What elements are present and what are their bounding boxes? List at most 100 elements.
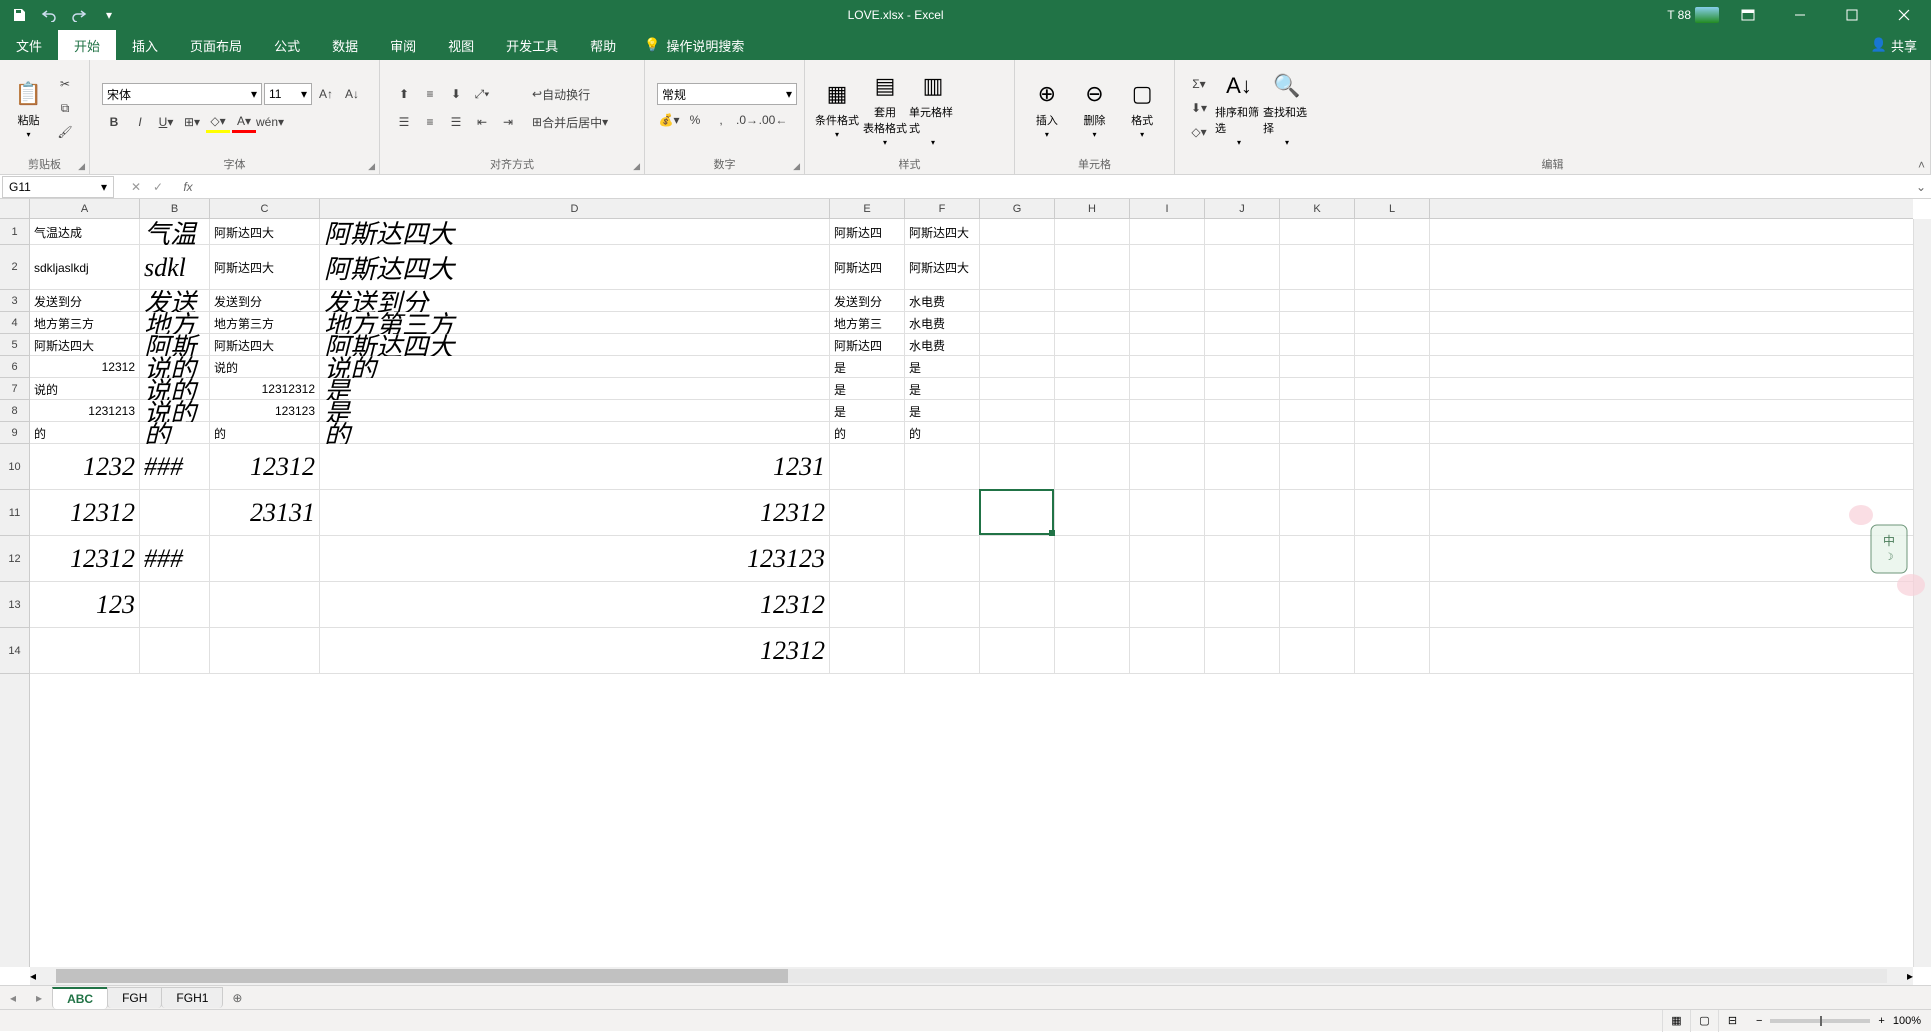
cell[interactable] [980, 219, 1055, 245]
sheet-nav-next-icon[interactable]: ▸ [26, 991, 52, 1005]
cell[interactable]: 发送到分 [830, 290, 905, 312]
cell[interactable]: 说的 [140, 356, 210, 378]
cell[interactable]: 是 [830, 356, 905, 378]
cell[interactable] [1055, 400, 1130, 422]
scroll-right-icon[interactable]: ▸ [1907, 969, 1913, 983]
fill-icon[interactable]: ⬇▾ [1187, 97, 1211, 119]
merge-center-button[interactable]: ⊞ 合并后居中 ▾ [528, 111, 612, 133]
decrease-font-icon[interactable]: A↓ [340, 83, 364, 105]
cell[interactable]: 是 [830, 378, 905, 400]
cell[interactable] [1130, 444, 1205, 490]
copy-icon[interactable]: ⧉ [53, 97, 77, 119]
cell[interactable]: 阿斯达四大 [320, 245, 830, 290]
align-middle-icon[interactable]: ≡ [418, 83, 442, 105]
cell[interactable]: 地方 [140, 312, 210, 334]
decrease-indent-icon[interactable]: ⇤ [470, 111, 494, 133]
cell[interactable] [980, 356, 1055, 378]
cell[interactable] [905, 444, 980, 490]
cell[interactable] [905, 628, 980, 674]
cell[interactable]: 阿斯达四大 [320, 334, 830, 356]
cell[interactable]: 123123 [320, 536, 830, 582]
delete-cells-button[interactable]: ⊖删除▾ [1071, 69, 1119, 147]
close-icon[interactable] [1881, 0, 1927, 30]
cell[interactable] [1130, 628, 1205, 674]
cell[interactable]: 水电费 [905, 312, 980, 334]
cell[interactable] [980, 400, 1055, 422]
cell[interactable]: 是 [320, 400, 830, 422]
cell[interactable] [1355, 378, 1430, 400]
cell[interactable] [1355, 444, 1430, 490]
cell[interactable] [980, 334, 1055, 356]
cell[interactable] [1130, 536, 1205, 582]
cell[interactable]: 12312 [320, 490, 830, 536]
cell[interactable] [830, 444, 905, 490]
vertical-scrollbar[interactable] [1913, 219, 1931, 967]
sheet-tab[interactable]: FGH [107, 987, 162, 1008]
horizontal-scrollbar[interactable]: ◂ ▸ [30, 967, 1913, 985]
row-headers[interactable]: 1234567891011121314 [0, 219, 30, 967]
column-header[interactable]: I [1130, 199, 1205, 218]
tab-公式[interactable]: 公式 [258, 30, 316, 60]
save-icon[interactable] [6, 2, 32, 28]
number-format-combo[interactable]: 常规▾ [657, 83, 797, 105]
cell[interactable] [1055, 422, 1130, 444]
increase-font-icon[interactable]: A↑ [314, 83, 338, 105]
zoom-level[interactable]: 100% [1893, 1015, 1921, 1027]
cell[interactable] [830, 628, 905, 674]
cell[interactable]: 阿斯达四大 [210, 219, 320, 245]
cell[interactable] [1280, 422, 1355, 444]
cell[interactable]: 阿斯 [140, 334, 210, 356]
expand-formula-bar-icon[interactable]: ⌄ [1911, 180, 1931, 194]
cell[interactable]: 阿斯达四大 [210, 245, 320, 290]
cell[interactable]: 的 [140, 422, 210, 444]
cell[interactable]: 12312 [320, 582, 830, 628]
row-header[interactable]: 5 [0, 334, 29, 356]
cell[interactable] [1130, 422, 1205, 444]
redo-icon[interactable] [66, 2, 92, 28]
font-name-combo[interactable]: 宋体▾ [102, 83, 262, 105]
cell[interactable]: sdkl [140, 245, 210, 290]
sheet-tab[interactable]: ABC [52, 987, 108, 1009]
column-header[interactable]: J [1205, 199, 1280, 218]
cell[interactable]: 的 [30, 422, 140, 444]
cell[interactable]: 说的 [210, 356, 320, 378]
cell[interactable] [980, 422, 1055, 444]
cell[interactable] [980, 490, 1055, 536]
tab-开发工具[interactable]: 开发工具 [490, 30, 574, 60]
cell[interactable] [1355, 400, 1430, 422]
row-header[interactable]: 7 [0, 378, 29, 400]
column-header[interactable]: B [140, 199, 210, 218]
cell[interactable] [1055, 378, 1130, 400]
tell-me[interactable]: 💡操作说明搜索 [632, 36, 756, 55]
add-sheet-button[interactable]: ⊕ [222, 991, 252, 1005]
tab-文件[interactable]: 文件 [0, 30, 58, 60]
paste-button[interactable]: 📋粘贴▾ [8, 69, 49, 147]
cell[interactable] [1055, 334, 1130, 356]
cell[interactable] [1205, 334, 1280, 356]
cell[interactable] [905, 536, 980, 582]
cell[interactable]: 阿斯达四大 [905, 245, 980, 290]
zoom-out-icon[interactable]: − [1756, 1015, 1762, 1027]
cell[interactable]: 气温 [140, 219, 210, 245]
cell[interactable] [1130, 334, 1205, 356]
cell[interactable]: 的 [905, 422, 980, 444]
insert-cells-button[interactable]: ⊕插入▾ [1023, 69, 1071, 147]
cell[interactable]: 阿斯达四大 [905, 219, 980, 245]
comma-icon[interactable]: , [709, 109, 733, 131]
cell[interactable] [1205, 219, 1280, 245]
user-account[interactable]: T 88 [1667, 7, 1719, 23]
cell[interactable]: 的 [320, 422, 830, 444]
cell[interactable] [1055, 536, 1130, 582]
qat-customize-icon[interactable]: ▾ [96, 2, 122, 28]
column-header[interactable]: G [980, 199, 1055, 218]
decrease-decimal-icon[interactable]: .00← [761, 109, 785, 131]
cell[interactable] [1130, 312, 1205, 334]
font-size-combo[interactable]: 11▾ [264, 83, 312, 105]
collapse-ribbon-icon[interactable]: ˄ [1918, 158, 1925, 172]
enter-formula-icon[interactable]: ✓ [148, 180, 168, 194]
cell[interactable]: 是 [905, 400, 980, 422]
cell[interactable] [140, 490, 210, 536]
normal-view-icon[interactable]: ▦ [1662, 1010, 1690, 1032]
cell[interactable]: 是 [830, 400, 905, 422]
cell[interactable] [1205, 290, 1280, 312]
